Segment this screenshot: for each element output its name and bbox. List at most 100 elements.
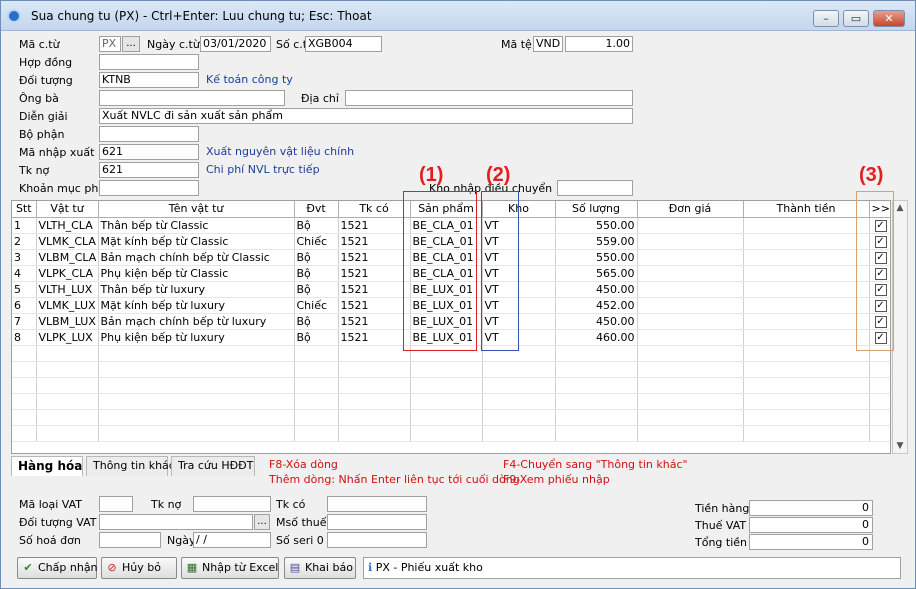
table-row[interactable]	[12, 393, 890, 410]
cell-don-gia[interactable]	[637, 409, 744, 426]
ma-loai-vat-input[interactable]	[99, 496, 133, 512]
minimize-button[interactable]: –	[813, 10, 839, 27]
cell-so-luong[interactable]: 460.00	[555, 329, 638, 346]
cell-stt[interactable]	[12, 425, 37, 442]
tab-tra-cuu-hddt[interactable]: Tra cứu HĐĐT	[171, 456, 255, 476]
bo-phan-input[interactable]	[99, 126, 199, 142]
grid-scrollbar[interactable]: ▲ ▼	[892, 200, 908, 454]
cell-kho[interactable]	[482, 361, 556, 378]
huy-bo-button[interactable]: ⊘ Hủy bỏ	[101, 557, 177, 579]
doi-tuong-input[interactable]: KTNB	[99, 72, 199, 88]
cell-ten-vat-tu[interactable]	[98, 393, 295, 410]
cell-tk-co[interactable]	[338, 409, 411, 426]
cell-so-luong[interactable]: 559.00	[555, 233, 638, 250]
khai-bao-button[interactable]: ▤ Khai báo	[284, 557, 356, 579]
cell-vat-tu[interactable]: VLBM_LUX	[36, 313, 99, 330]
cell-thanh-tien[interactable]	[743, 313, 870, 330]
cell-so-luong[interactable]	[555, 361, 638, 378]
cell-tk-co[interactable]	[338, 361, 411, 378]
so-seri-input[interactable]	[327, 532, 427, 548]
cell-ten-vat-tu[interactable]	[98, 425, 295, 442]
cell-don-gia[interactable]	[637, 217, 744, 234]
cell-tk-co[interactable]: 1521	[338, 233, 411, 250]
cell-don-gia[interactable]	[637, 265, 744, 282]
cell-so-luong[interactable]	[555, 345, 638, 362]
cell-thanh-tien[interactable]	[743, 329, 870, 346]
cell-stt[interactable]	[12, 393, 37, 410]
cell-select[interactable]	[869, 361, 890, 378]
ngay-hd-input[interactable]: / /	[193, 532, 271, 548]
ong-ba-input[interactable]	[99, 90, 285, 106]
cell-tk-co[interactable]	[338, 393, 411, 410]
cell-vat-tu[interactable]: VLPK_LUX	[36, 329, 99, 346]
ma-ct-input[interactable]: PX	[99, 36, 121, 52]
cell-vat-tu[interactable]: VLTH_CLA	[36, 217, 99, 234]
cell-tk-co[interactable]	[338, 377, 411, 394]
cell-don-gia[interactable]	[637, 233, 744, 250]
cell-tk-co[interactable]: 1521	[338, 313, 411, 330]
cell-ten-vat-tu[interactable]: Bản mạch chính bếp từ Classic	[98, 249, 295, 266]
cell-select[interactable]	[869, 393, 890, 410]
cell-vat-tu[interactable]	[36, 393, 99, 410]
cell-don-gia[interactable]	[637, 425, 744, 442]
cell-ten-vat-tu[interactable]: Mặt kính bếp từ luxury	[98, 297, 295, 314]
scroll-up-arrow-icon[interactable]: ▲	[893, 201, 907, 215]
cell-dvt[interactable]: Bộ	[294, 217, 339, 234]
cell-dvt[interactable]	[294, 345, 339, 362]
cell-thanh-tien[interactable]	[743, 265, 870, 282]
cell-tk-co[interactable]: 1521	[338, 329, 411, 346]
cell-ten-vat-tu[interactable]: Phụ kiện bếp từ Classic	[98, 265, 295, 282]
cell-stt[interactable]: 5	[12, 281, 37, 298]
dien-giai-input[interactable]: Xuất NVLC đi sản xuất sản phẩm	[99, 108, 633, 124]
cell-san-pham[interactable]	[410, 361, 483, 378]
cell-stt[interactable]: 1	[12, 217, 37, 234]
cell-so-luong[interactable]	[555, 377, 638, 394]
so-hoa-don-input[interactable]	[99, 532, 161, 548]
cell-vat-tu[interactable]: VLBM_CLA	[36, 249, 99, 266]
cell-don-gia[interactable]	[637, 297, 744, 314]
cell-thanh-tien[interactable]	[743, 393, 870, 410]
cell-stt[interactable]	[12, 377, 37, 394]
cell-ten-vat-tu[interactable]	[98, 409, 295, 426]
col-don-gia[interactable]: Đơn giá	[637, 201, 744, 218]
cell-dvt[interactable]	[294, 393, 339, 410]
cell-vat-tu[interactable]	[36, 361, 99, 378]
cell-vat-tu[interactable]: VLTH_LUX	[36, 281, 99, 298]
table-row[interactable]	[12, 409, 890, 426]
cell-thanh-tien[interactable]	[743, 361, 870, 378]
cell-dvt[interactable]: Bộ	[294, 265, 339, 282]
ms-thue-input[interactable]	[327, 514, 427, 530]
tk-no-input[interactable]: 621	[99, 162, 199, 178]
cell-select[interactable]	[869, 409, 890, 426]
cell-so-luong[interactable]: 450.00	[555, 281, 638, 298]
cell-so-luong[interactable]: 452.00	[555, 297, 638, 314]
cell-thanh-tien[interactable]	[743, 297, 870, 314]
cell-kho[interactable]	[482, 393, 556, 410]
vat-tk-no-input[interactable]	[193, 496, 271, 512]
cell-tk-co[interactable]: 1521	[338, 297, 411, 314]
restore-button[interactable]: ▭	[843, 10, 869, 27]
cell-don-gia[interactable]	[637, 313, 744, 330]
cell-stt[interactable]	[12, 361, 37, 378]
table-row[interactable]	[12, 425, 890, 442]
cell-so-luong[interactable]: 550.00	[555, 249, 638, 266]
cell-ten-vat-tu[interactable]: Thân bếp từ luxury	[98, 281, 295, 298]
col-vat-tu[interactable]: Vật tư	[36, 201, 99, 218]
cell-dvt[interactable]: Bộ	[294, 313, 339, 330]
dia-chi-input[interactable]	[345, 90, 633, 106]
cell-don-gia[interactable]	[637, 329, 744, 346]
cell-tk-co[interactable]: 1521	[338, 217, 411, 234]
cell-kho[interactable]	[482, 377, 556, 394]
col-tk-co[interactable]: Tk có	[338, 201, 411, 218]
nhap-tu-excel-button[interactable]: ▦ Nhập từ Excel	[181, 557, 279, 579]
kho-nhap-dieu-chuyen-input[interactable]	[557, 180, 633, 196]
cell-stt[interactable]: 3	[12, 249, 37, 266]
cell-vat-tu[interactable]: VLPK_CLA	[36, 265, 99, 282]
doi-tuong-vat-browse-button[interactable]: ...	[254, 514, 270, 530]
cell-stt[interactable]: 8	[12, 329, 37, 346]
cell-stt[interactable]: 4	[12, 265, 37, 282]
table-row[interactable]	[12, 377, 890, 394]
cell-dvt[interactable]: Chiếc	[294, 233, 339, 250]
cell-dvt[interactable]	[294, 425, 339, 442]
cell-stt[interactable]	[12, 345, 37, 362]
